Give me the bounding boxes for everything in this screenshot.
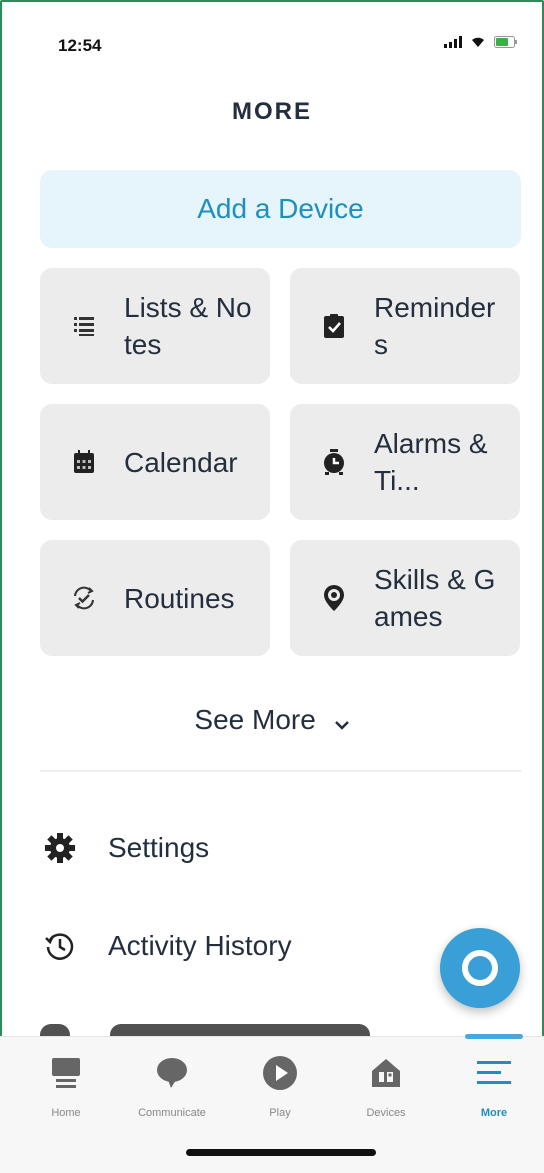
alexa-ring-icon [462,950,498,986]
partial-menu-item [40,1024,400,1036]
tab-label: Communicate [138,1107,206,1119]
tile-label: Lists & Notes [124,292,252,360]
history-clock-icon [40,926,80,966]
calendar-icon [64,442,104,482]
see-more-label: See More [194,704,316,735]
status-bar: 12:54 [0,0,544,90]
tab-play[interactable]: Play [226,1037,334,1137]
cellular-signal-icon [444,36,462,48]
page-title: MORE [232,98,312,125]
status-time: 12:54 [58,36,102,55]
chevron-down-icon [334,706,350,738]
menu-item-label: Activity History [108,930,292,961]
tile-alarms-timers[interactable]: Alarms & Ti... [290,404,520,520]
menu-item-settings[interactable]: Settings [40,823,209,873]
play-icon [258,1051,302,1095]
tab-label: Home [51,1107,81,1119]
tile-label: Routines [124,582,235,614]
tab-home[interactable]: Home [12,1037,120,1137]
chat-bubble-icon [150,1051,194,1095]
tile-label: Skills & Games [374,564,496,632]
tile-skills-games[interactable]: Skills & Games [290,540,520,656]
tile-reminders[interactable]: Reminders [290,268,520,384]
divider [40,770,521,772]
tile-calendar[interactable]: Calendar [40,404,270,520]
hamburger-menu-icon [472,1051,516,1095]
status-icons [444,36,518,48]
tile-label: Alarms & Ti... [374,428,488,496]
tile-routines[interactable]: Routines [40,540,270,656]
tile-label: Calendar [124,446,238,478]
tab-label: Play [269,1107,291,1119]
alarm-clock-icon [314,442,354,482]
gear-icon [40,828,80,868]
add-device-button[interactable]: Add a Device [40,170,521,248]
tab-communicate[interactable]: Communicate [118,1037,226,1137]
menu-item-activity-history[interactable]: Activity History [40,921,292,971]
alexa-voice-button[interactable] [440,928,520,1008]
home-indicator [186,1149,376,1156]
tab-more[interactable]: More [440,1037,544,1137]
tile-lists-notes[interactable]: Lists & Notes [40,268,270,384]
see-more-button[interactable]: See More [0,704,544,738]
battery-icon [494,36,518,48]
wifi-icon [470,36,486,48]
clipboard-check-icon [314,306,354,346]
tile-label: Reminders [374,292,496,360]
tab-label: More [480,1107,508,1119]
devices-house-icon [364,1051,408,1095]
list-icon [64,306,104,346]
location-pin-icon [314,578,354,618]
routine-check-icon [64,578,104,618]
tab-label: Devices [366,1107,406,1119]
tab-devices[interactable]: Devices [332,1037,440,1137]
menu-item-label: Settings [108,832,210,863]
home-icon [44,1051,88,1095]
